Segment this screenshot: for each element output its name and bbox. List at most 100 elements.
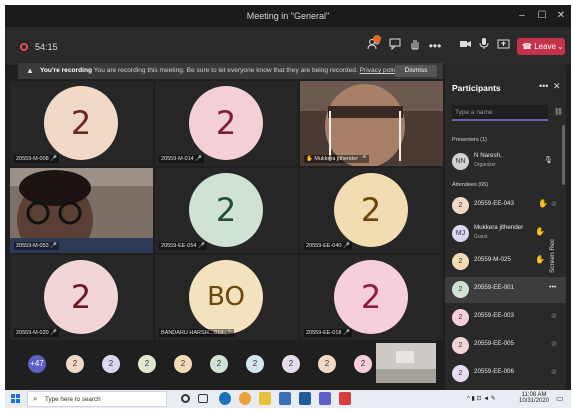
privacy-policy-link[interactable]: Privacy policy (360, 67, 400, 74)
leave-button[interactable]: ☎ Leave ⌄ (517, 38, 565, 55)
more-icon[interactable]: ••• (549, 284, 556, 291)
banner-text: You're recording You are recording this … (40, 67, 400, 74)
avatar: MJ (452, 225, 469, 242)
mic-off-icon: ⊘ (551, 369, 557, 376)
attendees-heading: Attendees (65) (452, 182, 489, 188)
search-icon: ⌕ (33, 394, 38, 403)
participant-tile[interactable]: 2 20559-EE-040 🎤 (300, 168, 443, 253)
avatar: 2 (452, 309, 469, 326)
more-icon[interactable]: ••• (539, 81, 548, 91)
participant-tile[interactable]: BO BANDARU HARSH…019 🎤 (155, 255, 298, 340)
video-grid: 2 20559-M-008 🎤 2 20559-M-014 🎤 ✋ Mukker… (10, 81, 444, 341)
strip-avatar[interactable]: 2 (282, 355, 300, 373)
attendee-name: 20559-EE-005 (474, 340, 514, 347)
strip-avatar[interactable]: 2 (210, 355, 228, 373)
share-invite-icon[interactable]: ⛓ (554, 108, 563, 116)
strip-avatar[interactable]: 2 (246, 355, 264, 373)
screen-recorder-label: Screen Rec (549, 239, 556, 273)
strip-avatar[interactable]: 2 (174, 355, 192, 373)
participant-search-input[interactable]: Type a name (452, 105, 548, 121)
phone-icon: ☎ (522, 42, 535, 51)
app-icon[interactable] (339, 392, 351, 405)
chrome-icon[interactable] (239, 392, 251, 405)
share-screen-icon[interactable] (494, 37, 512, 55)
attendee-item[interactable]: 2 20559-EE-005 ⊘ (445, 333, 566, 359)
participant-name: 20559-M-053 🎤 (14, 242, 60, 250)
recording-indicator-icon (20, 43, 28, 51)
participant-name: 20559-M-020 🎤 (14, 329, 60, 337)
windows-taskbar: ⌕ Type here to search ^ ▮ ⊡ ◄ ✎ 11:08 AM… (5, 390, 571, 408)
tray-icons[interactable]: ^ ▮ ⊡ ◄ ✎ (467, 395, 496, 402)
attendee-item[interactable]: 2 20559-EE-043 ✋ ⊘ (445, 193, 566, 219)
participant-video-tile[interactable]: ✋ Mukkera jithender 🎤 (300, 81, 443, 166)
attendee-item[interactable]: 2 20559-EE-006 ⊘ (445, 361, 566, 387)
participant-tile[interactable]: 2 20559-EE-054 🎤 (155, 168, 298, 253)
strip-avatar[interactable]: 2 (318, 355, 336, 373)
mail-icon[interactable] (299, 392, 311, 405)
participant-name: 20559-M-008 🎤 (14, 155, 60, 163)
raised-hand-icon: ✋ (535, 227, 545, 236)
presenter-item[interactable]: NN N Naresh, Organizer 🎙 (445, 149, 566, 175)
participants-badge (373, 35, 381, 43)
close-icon[interactable]: ✕ (553, 81, 561, 92)
raise-hand-icon[interactable] (406, 37, 424, 55)
overflow-count[interactable]: +47 (28, 355, 46, 373)
raised-hand-icon: ✋ (535, 255, 545, 264)
store-icon[interactable] (279, 392, 291, 405)
strip-avatar[interactable]: 2 (102, 355, 120, 373)
meeting-timer: 54:15 (35, 42, 58, 52)
participant-name: 20559-EE-054 🎤 (159, 242, 207, 250)
more-options-icon[interactable]: ••• (426, 37, 444, 55)
participant-tile[interactable]: 2 20559-M-020 🎤 (10, 255, 153, 340)
avatar: 2 (334, 260, 408, 334)
participant-tile[interactable]: 2 20559-M-008 🎤 (10, 81, 153, 166)
attendee-name: 20559-EE-043 (474, 200, 514, 207)
attendee-name: 20559-EE-003 (474, 312, 514, 319)
task-view-icon[interactable] (198, 394, 208, 403)
recording-banner: ▲ You're recording You are recording thi… (18, 63, 443, 79)
participant-name: BANDARU HARSH…019 🎤 (159, 329, 234, 337)
teams-icon[interactable] (319, 392, 331, 405)
participant-tile[interactable]: 2 20559-EE-018 🎤 (300, 255, 443, 340)
teams-meeting-window: Meeting in "General" – ☐ ✕ 54:15 ••• ☎ L… (5, 5, 571, 408)
search-placeholder: Type here to search (45, 396, 101, 403)
notifications-icon[interactable]: ▭ (556, 394, 564, 403)
panel-scrollbar[interactable] (562, 125, 565, 185)
minimize-button[interactable]: – (515, 9, 529, 23)
attendee-item[interactable]: MJ Mukkera jithender Guest ✋ (445, 221, 566, 247)
cortana-icon[interactable] (181, 394, 190, 403)
attendee-item[interactable]: 2 20559-EE-001 ••• (445, 277, 566, 303)
overflow-strip: +47 2 2 2 2 2 2 2 2 2 (18, 343, 443, 383)
avatar: 2 (334, 173, 408, 247)
edge-icon[interactable] (219, 392, 231, 405)
strip-avatar[interactable]: 2 (66, 355, 84, 373)
attendee-name: 20559-M-025 (474, 256, 511, 263)
camera-icon[interactable] (456, 37, 474, 55)
attendee-name: 20559-EE-001 (474, 284, 514, 291)
strip-avatar[interactable]: 2 (354, 355, 372, 373)
avatar: 2 (452, 281, 469, 298)
windows-start-icon[interactable] (11, 394, 21, 404)
avatar: BO (189, 260, 263, 334)
participant-video-tile[interactable]: 20559-M-053 🎤 (10, 168, 153, 253)
close-button[interactable]: ✕ (554, 9, 568, 23)
mic-icon: 🎙 (544, 157, 553, 164)
participant-tile[interactable]: 2 20559-M-014 🎤 (155, 81, 298, 166)
dismiss-button[interactable]: Dismiss (395, 65, 437, 77)
raised-hand-icon: ✋ (538, 199, 548, 208)
file-explorer-icon[interactable] (259, 392, 271, 405)
chevron-down-icon[interactable]: ⌄ (557, 38, 564, 55)
presenters-heading: Presenters (1) (452, 137, 487, 143)
attendee-item[interactable]: 2 20559-M-025 ✋ (445, 249, 566, 275)
microphone-icon[interactable] (475, 37, 493, 55)
attendee-role: Guest (474, 234, 488, 240)
banner-bold: You're recording (40, 67, 93, 74)
clock-date: 10/31/2020 (518, 398, 550, 404)
chat-icon[interactable] (386, 37, 404, 55)
attendee-item[interactable]: 2 20559-EE-003 ⊘ (445, 305, 566, 331)
clock[interactable]: 11:08 AM 10/31/2020 (517, 392, 551, 404)
avatar: 2 (452, 253, 469, 270)
strip-avatar[interactable]: 2 (138, 355, 156, 373)
maximize-button[interactable]: ☐ (535, 9, 549, 23)
taskbar-search-input[interactable]: ⌕ Type here to search (27, 391, 167, 407)
